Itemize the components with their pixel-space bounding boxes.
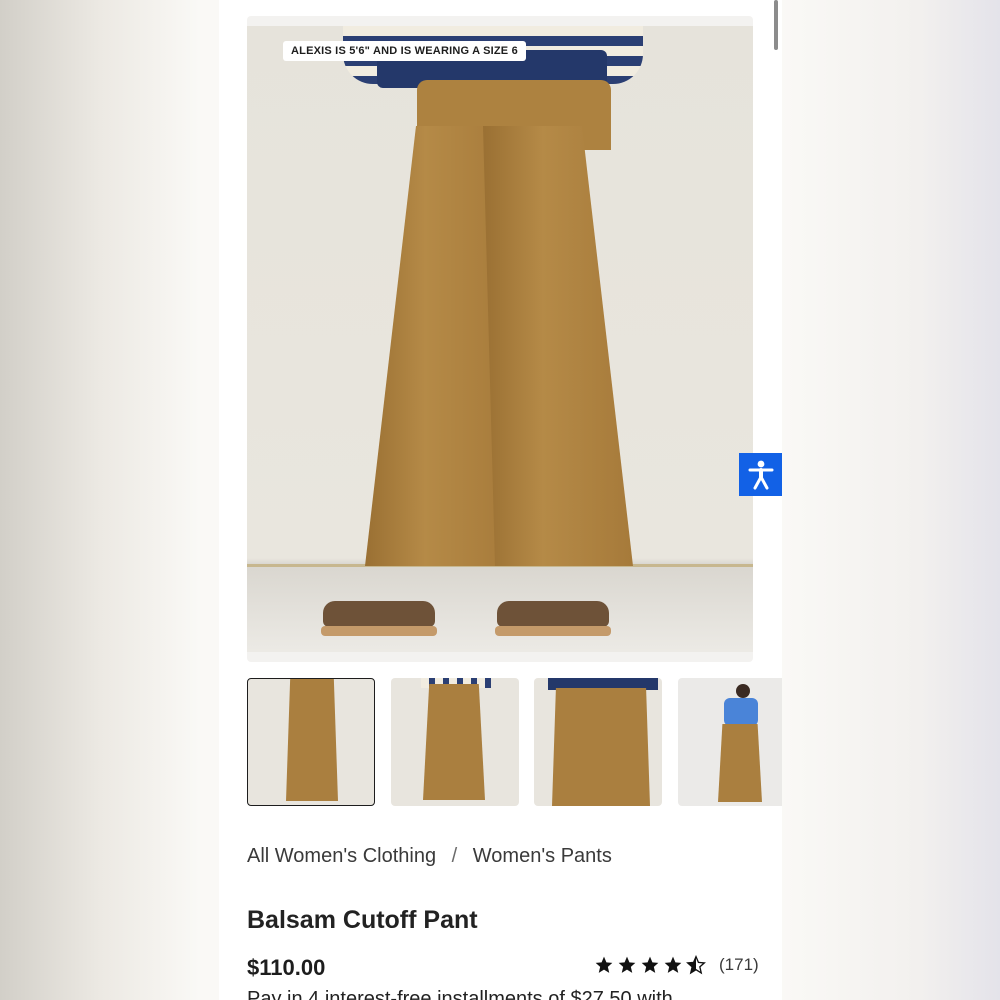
breadcrumb: All Women's Clothing / Women's Pants xyxy=(247,845,612,868)
star-icon xyxy=(664,956,682,973)
accessibility-button[interactable] xyxy=(739,453,782,496)
thumbnail-close-front[interactable] xyxy=(534,678,662,806)
product-title: Balsam Cutoff Pant xyxy=(247,906,478,934)
half-star-icon xyxy=(686,955,706,975)
thumbnail-back[interactable] xyxy=(391,678,519,806)
star-icon xyxy=(595,956,613,973)
review-count[interactable]: (171) xyxy=(719,955,759,975)
scrollbar[interactable] xyxy=(774,0,778,50)
star-icon xyxy=(618,956,636,973)
thumbnail-full-body[interactable] xyxy=(678,678,782,806)
thumbnail-strip xyxy=(247,678,782,806)
installments-text: Pay in 4 interest-free installments of $… xyxy=(247,988,673,1000)
thumbnail-front[interactable] xyxy=(247,678,375,806)
product-price: $110.00 xyxy=(247,955,326,980)
hero-image-container[interactable]: ALEXIS IS 5'6" AND IS WEARING A SIZE 6 xyxy=(247,16,753,662)
model-size-badge: ALEXIS IS 5'6" AND IS WEARING A SIZE 6 xyxy=(283,41,526,61)
product-rating[interactable]: (171) xyxy=(594,955,759,975)
star-icon xyxy=(641,956,659,973)
breadcrumb-separator: / xyxy=(451,845,458,867)
breadcrumb-link-womens-clothing[interactable]: All Women's Clothing xyxy=(247,845,436,867)
breadcrumb-link-womens-pants[interactable]: Women's Pants xyxy=(473,845,612,867)
hero-product-photo xyxy=(247,26,753,652)
product-page: ALEXIS IS 5'6" AND IS WEARING A SIZE 6 A… xyxy=(219,0,782,1000)
accessibility-person-icon xyxy=(748,460,773,489)
